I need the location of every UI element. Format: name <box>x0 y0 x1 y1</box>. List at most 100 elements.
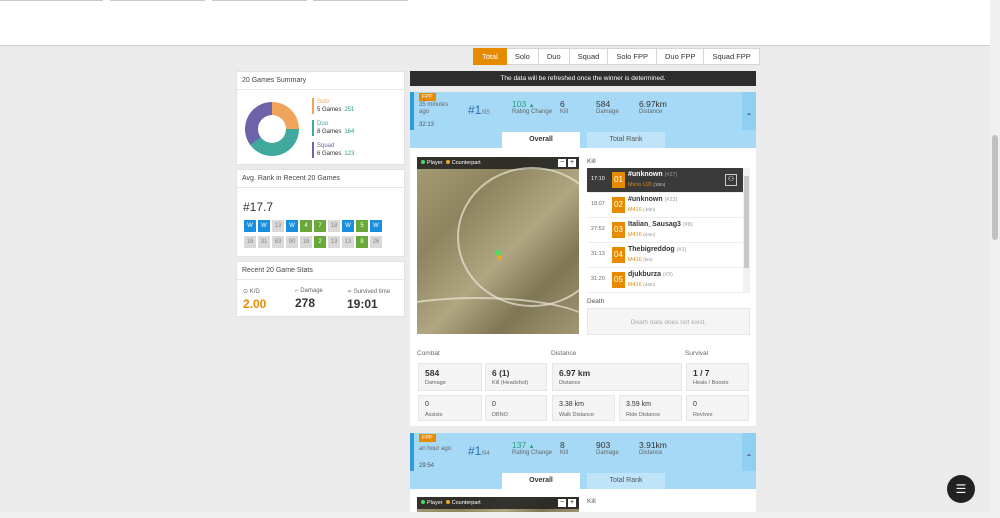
kill-time: 27:52 <box>591 226 605 232</box>
mode-solo-button[interactable]: Solo <box>506 48 539 65</box>
victim-name: Italian_Sausag3 (#8) <box>628 221 693 228</box>
match-header[interactable]: FPP an hour ago 29:54 #1/94 137 ▲ Rating … <box>410 433 756 471</box>
victim-name: #unknown (#27) <box>628 171 678 178</box>
kill-list-scrollbar[interactable] <box>743 168 750 293</box>
stat-heals: 1 / 7 Heals / Boosts <box>686 363 749 391</box>
mode-squad-button[interactable]: Squad <box>569 48 609 65</box>
match-time: 32:13 <box>419 122 435 128</box>
kill-number: 05 <box>612 272 625 288</box>
kill-weapon: M416 (22m) <box>628 282 656 288</box>
card-title: 20 Games Summary <box>237 72 404 90</box>
kill-row[interactable]: 27:52 03 Italian_Sausag3 (#8) M416 (24m) <box>587 218 743 243</box>
mode-squad-fpp-button[interactable]: Squad FPP <box>704 48 760 65</box>
top-header <box>0 0 990 46</box>
distance-heading: Distance <box>551 350 577 357</box>
kill-time: 31:13 <box>591 251 605 257</box>
match-accent-bar <box>410 433 414 471</box>
match-rank: #1/95 <box>468 103 490 117</box>
stat-revives: 0 Revives <box>686 395 749 421</box>
refresh-banner: The data will be refreshed once the winn… <box>410 71 756 86</box>
rank-cell: W <box>244 220 256 232</box>
mode-duo-button[interactable]: Duo <box>538 48 570 65</box>
chat-button[interactable]: ☰ <box>947 475 975 503</box>
distance-stat: 6.97km Distance <box>639 99 667 115</box>
top-tab-stub <box>0 0 103 1</box>
kill-title: Kill <box>587 498 596 505</box>
zoom-in-button[interactable]: + <box>568 159 576 167</box>
legend-rating: 123 <box>344 151 355 157</box>
collapse-icon[interactable]: ⌃ <box>742 433 756 471</box>
kill-stat: 8 Kill <box>560 440 569 456</box>
kd-value: 2.00 <box>243 297 267 311</box>
tab-overall[interactable]: Overall <box>502 132 580 148</box>
card-title: Avg. Rank in Recent 20 Games <box>237 170 404 188</box>
tab-total-rank[interactable]: Total Rank <box>587 473 665 489</box>
legend-squad: Squad 6 Games 123 <box>312 142 354 158</box>
kill-weapon: M416 (5m) <box>628 257 653 263</box>
legend-label: Duo <box>317 121 329 127</box>
kill-row[interactable]: 18:07 02 #unknown (#23) M416 (10m) <box>587 193 743 218</box>
rank-cell: 90 <box>286 236 298 248</box>
match-map[interactable]: Player Counterpart − + <box>417 157 579 334</box>
zoom-out-button[interactable]: − <box>558 159 566 167</box>
stat-kill: 6 (1) Kill (Headshot) <box>485 363 547 391</box>
tab-overall[interactable]: Overall <box>502 473 580 489</box>
survival-heading: Survival <box>685 350 709 357</box>
kill-number: 03 <box>612 222 625 238</box>
match-ago: 35 minutes ago <box>419 102 449 115</box>
mode-total-button[interactable]: Total <box>473 48 507 65</box>
legend-label: Squad <box>317 143 335 149</box>
legend-rating: 164 <box>344 129 355 135</box>
rank-cell: 18 <box>300 236 312 248</box>
rank-cell: W <box>342 220 354 232</box>
collapse-icon[interactable]: ⌃ <box>742 92 756 130</box>
rank-cell: 2 <box>314 236 326 248</box>
kill-title: Kill <box>587 158 596 165</box>
kill-row[interactable]: 17:10 01 #unknown (#27) Micro UZI (10m) ⚇ <box>587 168 743 193</box>
legend-games: 5 Games <box>317 107 342 113</box>
mode-duo-fpp-button[interactable]: Duo FPP <box>657 48 705 65</box>
match-tabs: Overall Total Rank <box>410 471 756 489</box>
legend-label: Solo <box>317 99 330 105</box>
damage-label: Damage <box>300 288 323 294</box>
player-profile-icon[interactable]: ⚇ <box>725 174 737 186</box>
recent-stats-card: Recent 20 Game Stats ⊙ K/D 2.00 ⌐ Damage… <box>236 261 405 317</box>
horizontal-scrollbar[interactable] <box>0 512 990 518</box>
stat-damage: 584 Damage <box>418 363 482 391</box>
chat-icon: ☰ <box>955 482 967 496</box>
combat-heading: Combat <box>417 350 440 357</box>
kill-time: 18:07 <box>591 201 605 207</box>
survived-value: 19:01 <box>347 297 378 311</box>
damage-stat: 584 Damage <box>596 99 619 115</box>
rank-cell: 4 <box>300 220 312 232</box>
mode-solo-fpp-button[interactable]: Solo FPP <box>608 48 657 65</box>
kill-row[interactable]: 31:13 04 Thebigreddog (#1) M416 (5m) <box>587 243 743 268</box>
kd-label: K/D <box>249 289 260 295</box>
stat-assists: 0 Assists <box>418 395 482 421</box>
gun-icon: ⌐ <box>295 288 299 294</box>
top-tab-stub <box>110 0 205 1</box>
victim-name: Thebigreddog (#1) <box>628 246 687 253</box>
rank-cell: W <box>258 220 270 232</box>
stat-ride: 3.59 km Ride Distance <box>619 395 682 421</box>
zoom-in-button[interactable]: + <box>568 499 576 507</box>
survived-stat: ≁ Survived time 19:01 <box>347 288 390 311</box>
map-legend: Player Counterpart <box>417 157 579 169</box>
avg-rank-value: #17.7 <box>243 200 274 214</box>
counterpart-marker <box>497 255 502 260</box>
kill-weapon: M416 (24m) <box>628 232 656 238</box>
match-accent-bar <box>410 92 414 130</box>
zoom-out-button[interactable]: − <box>558 499 566 507</box>
damage-value: 278 <box>295 296 316 310</box>
page-scrollbar[interactable] <box>990 0 1000 518</box>
match-header[interactable]: FPP 35 minutes ago 32:13 #1/95 103 ▲ Rati… <box>410 92 756 130</box>
kill-time: 31:20 <box>591 276 605 282</box>
map-road <box>457 167 579 307</box>
kill-row[interactable]: 31:20 05 djukburza (#3) M416 (22m) <box>587 268 743 293</box>
tab-total-rank[interactable]: Total Rank <box>587 132 665 148</box>
damage-stat: ⌐ Damage 278 <box>295 288 323 310</box>
match-tabs: Overall Total Rank <box>410 130 756 148</box>
mode-filter: Total Solo Duo Squad Solo FPP Duo FPP Sq… <box>473 48 760 65</box>
games-summary-card: 20 Games Summary Solo 5 Games 251 Duo 8 G… <box>236 71 405 165</box>
match-time: 29:54 <box>419 463 435 469</box>
